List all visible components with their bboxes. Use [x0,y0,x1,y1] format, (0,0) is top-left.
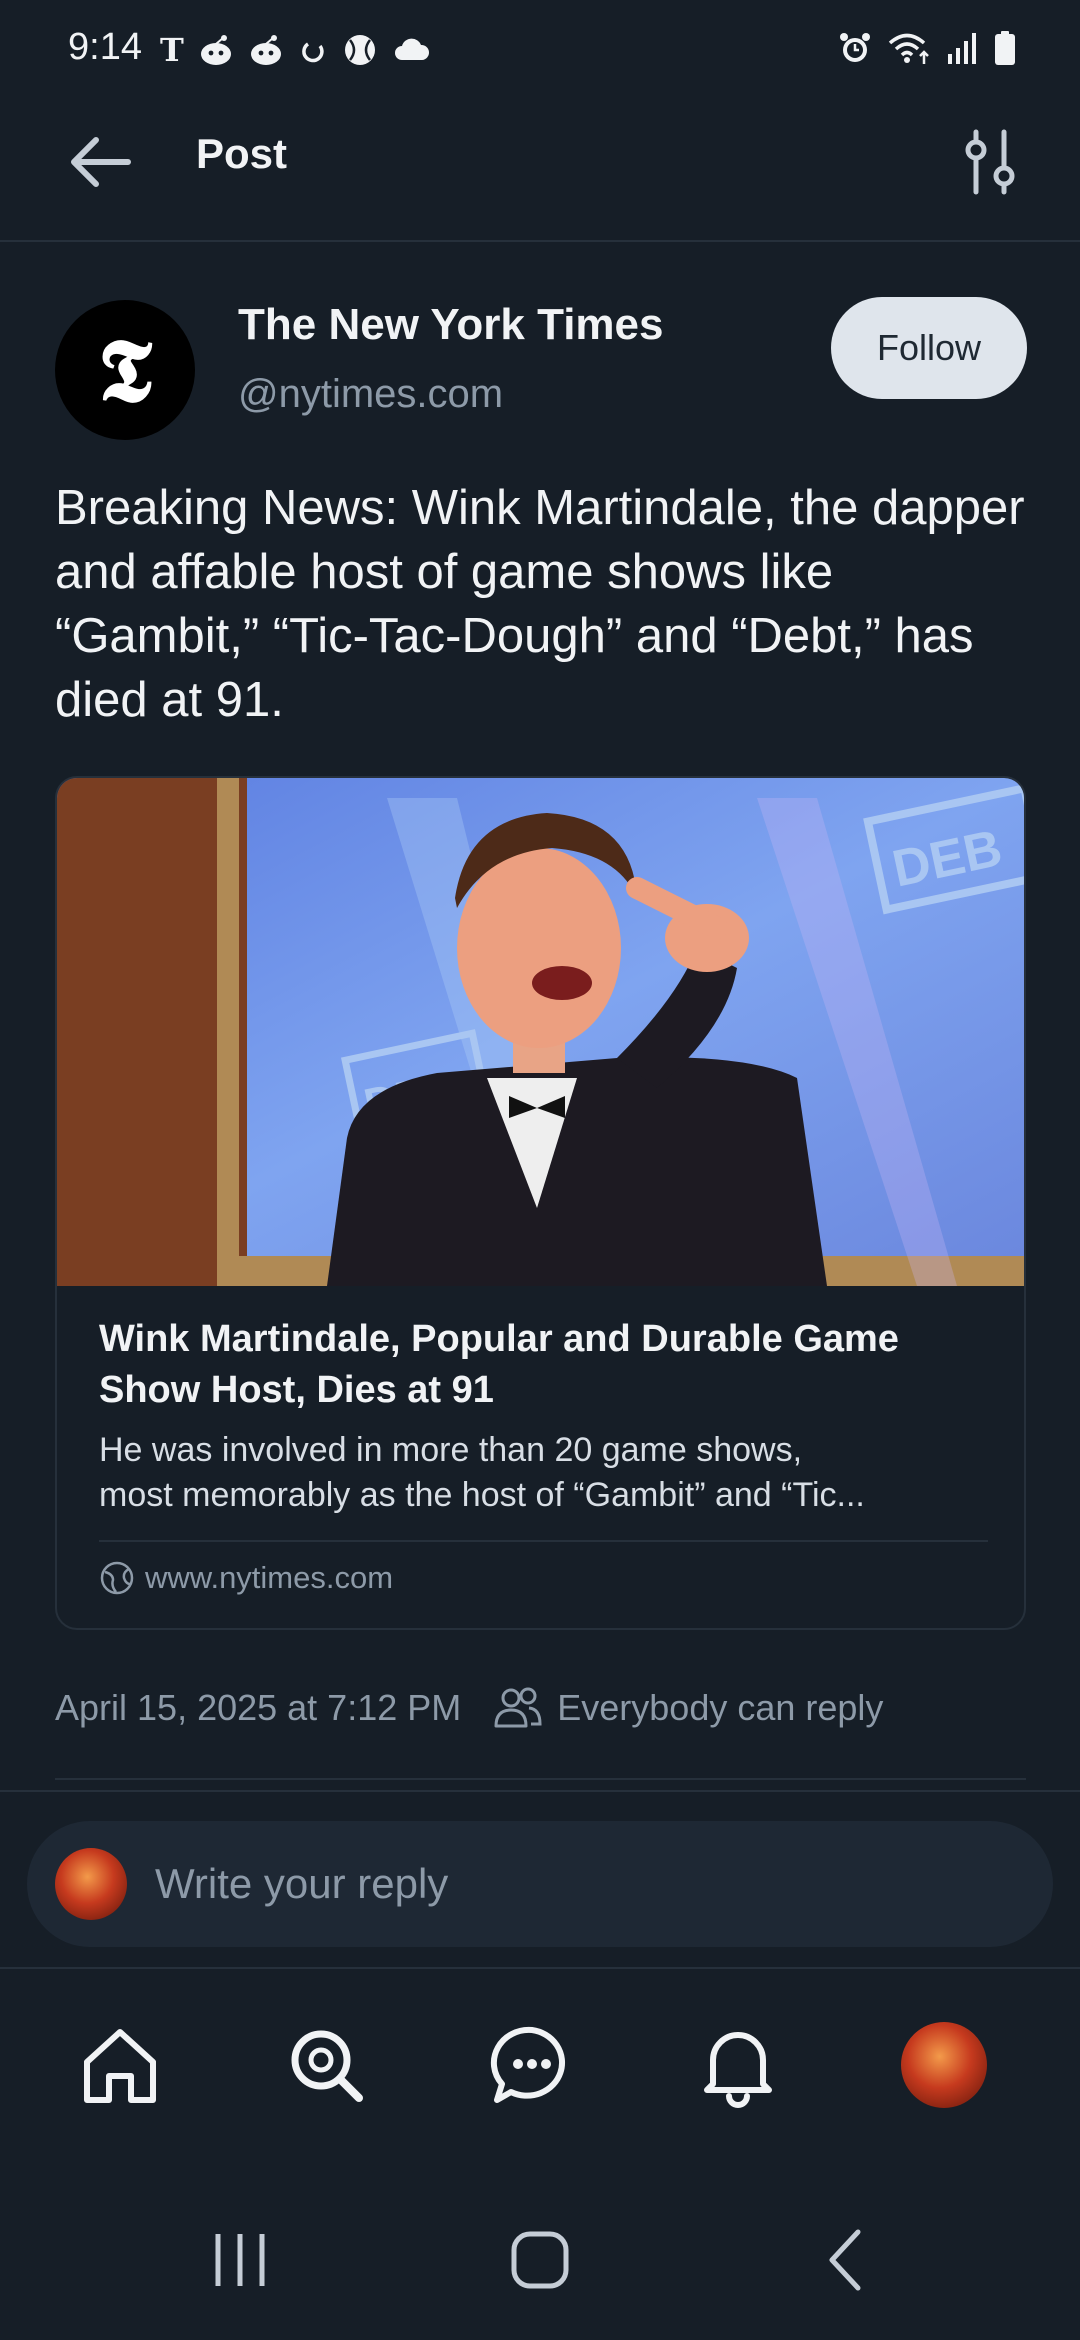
bell-icon [704,2032,772,2108]
follow-button[interactable]: Follow [831,297,1027,399]
profile-avatar [901,2022,987,2108]
user-avatar [55,1848,127,1920]
section-divider [0,1790,1080,1792]
reddit-icon [250,35,281,65]
bottom-nav [0,1967,1080,2179]
card-description: He was involved in more than 20 game sho… [99,1431,865,1514]
nav-home[interactable] [70,2015,170,2115]
globe-icon [100,1561,134,1595]
status-bar: 9:14 T [0,0,1080,100]
recents-icon [215,2234,265,2286]
chevron-left-icon [829,2229,861,2291]
arrow-left-icon [71,137,131,187]
card-domain: www.nytimes.com [99,1560,393,1596]
reply-input[interactable] [155,1849,1015,1919]
nyt-logo: 𝕿 [97,318,153,422]
thread-settings-button[interactable] [952,124,1028,200]
reply-setting-text: Everybody can reply [557,1687,884,1728]
people-icon [494,1687,542,1728]
article-photo: DEB DEB [57,778,1024,1286]
battery-icon [995,31,1015,65]
back-system-button[interactable] [806,2220,886,2300]
card-title: Wink Martindale, Popular and Durable Gam… [99,1318,899,1411]
chat-icon [490,2026,566,2103]
baseball-icon [344,35,375,65]
home-icon [84,2029,156,2103]
system-nav-bar [0,2180,1080,2340]
author-name[interactable]: The New York Times [238,300,664,350]
square-home-icon [511,2231,569,2289]
card-image: DEB DEB [57,778,1024,1286]
sliders-icon [965,129,1015,195]
author-handle[interactable]: @nytimes.com [238,372,503,417]
wifi-icon [888,33,929,64]
tmobile-icon: T [160,31,184,69]
reddit-icon [200,35,231,65]
app-header: Post [0,100,1080,242]
post-text: Breaking News: Wink Martindale, the dapp… [55,481,1025,727]
reply-composer[interactable] [27,1821,1053,1947]
search-icon [291,2030,363,2102]
recents-button[interactable] [200,2220,280,2300]
nav-search[interactable] [276,2015,376,2115]
status-left-icons: T [160,30,432,70]
link-card[interactable]: DEB DEB Wink Martindale, Popular and Dur… [55,776,1026,1630]
signal-icon [948,33,976,64]
alarm-icon [840,33,870,62]
status-right-icons [838,30,1016,66]
sync-icon [301,42,324,63]
post-meta: April 15, 2025 at 7:12 PM Everybody can … [55,1686,883,1730]
status-time: 9:14 [68,26,142,68]
card-domain-text: www.nytimes.com [145,1560,394,1595]
nav-profile[interactable] [894,2015,994,2115]
back-button[interactable] [62,124,138,200]
reply-setting: Everybody can reply [493,1686,883,1730]
nav-notifications[interactable] [688,2015,788,2115]
page-title: Post [196,130,288,177]
nav-chat[interactable] [482,2015,582,2115]
card-divider [99,1540,988,1542]
post-timestamp: April 15, 2025 at 7:12 PM [55,1687,462,1728]
cloud-icon [394,38,429,60]
meta-divider [55,1778,1026,1780]
author-avatar[interactable]: 𝕿 [55,300,195,440]
home-system-button[interactable] [500,2220,580,2300]
